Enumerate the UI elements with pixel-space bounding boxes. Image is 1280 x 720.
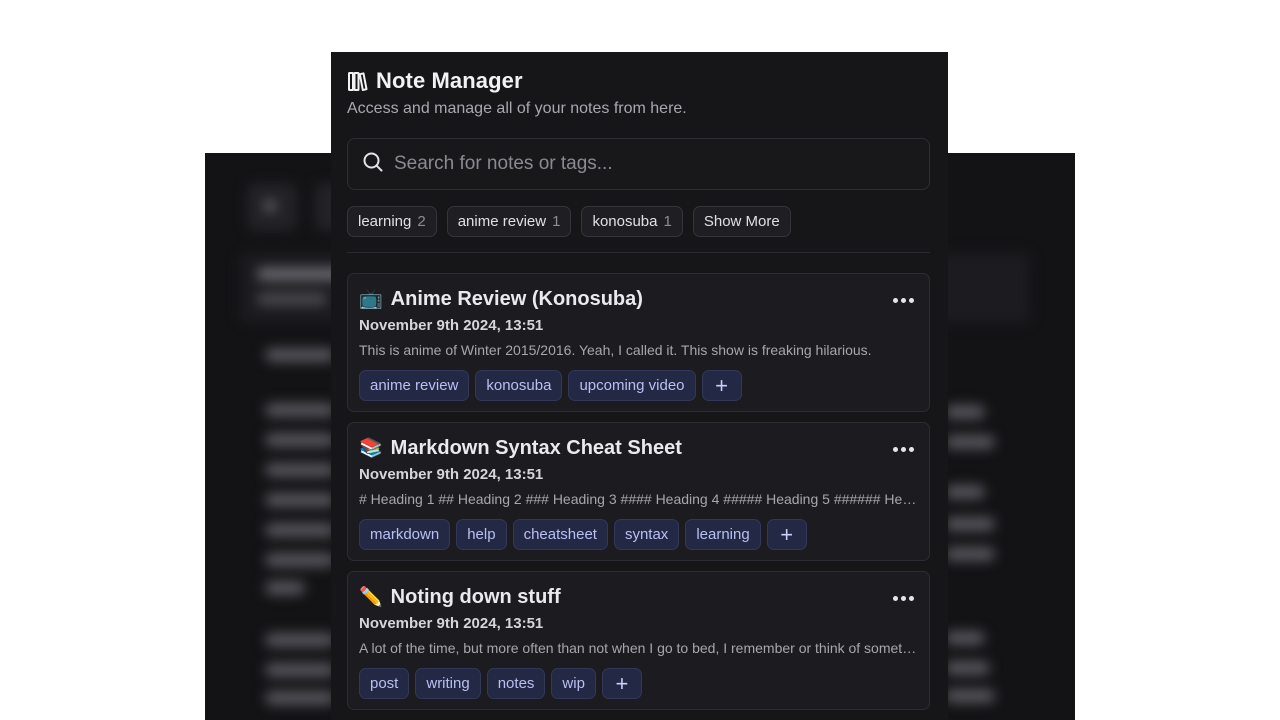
background-text-line: [945, 485, 985, 499]
note-excerpt: # Heading 1 ## Heading 2 ### Heading 3 #…: [359, 491, 919, 507]
note-tag[interactable]: upcoming video: [568, 370, 696, 401]
tag-filter-bar: learning 2 anime review 1 konosuba 1 Sho…: [347, 206, 791, 237]
filter-chip-count: 1: [552, 213, 561, 230]
background-text-line: [945, 405, 985, 419]
note-tags: markdown help cheatsheet syntax learning…: [359, 519, 807, 550]
search-input[interactable]: [394, 153, 929, 175]
background-text-line: [265, 493, 335, 507]
note-tag[interactable]: post: [359, 668, 410, 699]
note-excerpt: This is anime of Winter 2015/2016. Yeah,…: [359, 342, 872, 358]
note-tag[interactable]: learning: [685, 519, 761, 550]
background-text-line: [265, 348, 335, 362]
filter-chip-anime-review[interactable]: anime review 1: [446, 206, 572, 237]
page-title: Note Manager: [376, 68, 523, 93]
background-subtitle-line: [257, 293, 327, 305]
background-text-line: [265, 633, 335, 647]
note-tags: anime review konosuba upcoming video +: [359, 370, 742, 401]
books-icon: [347, 71, 368, 92]
dot-icon: [900, 595, 906, 601]
note-date: November 9th 2024, 13:51: [359, 615, 544, 632]
filter-chip-label: konosuba: [592, 213, 658, 230]
more-options-button[interactable]: [889, 288, 917, 312]
television-icon: 📺: [359, 288, 383, 310]
note-card[interactable]: 📚 Markdown Syntax Cheat Sheet November 9…: [347, 422, 930, 561]
note-tag[interactable]: notes: [486, 668, 546, 699]
page-subtitle: Access and manage all of your notes from…: [347, 100, 687, 117]
note-title: Markdown Syntax Cheat Sheet: [390, 437, 682, 459]
background-text-line: [945, 547, 995, 561]
add-tag-button[interactable]: +: [601, 668, 642, 699]
note-tags: post writing notes wip +: [359, 668, 642, 699]
note-card[interactable]: ✏️ Noting down stuff November 9th 2024, …: [347, 571, 930, 710]
note-tag[interactable]: syntax: [613, 519, 680, 550]
dot-icon: [908, 297, 914, 303]
filter-chip-count: 2: [417, 213, 426, 230]
pencil-icon: ✏️: [359, 586, 383, 608]
more-options-button[interactable]: [889, 586, 917, 610]
note-tag[interactable]: cheatsheet: [512, 519, 608, 550]
more-options-button[interactable]: [889, 437, 917, 461]
note-tag[interactable]: writing: [415, 668, 481, 699]
background-plus-icon: +: [263, 193, 278, 220]
background-text-line: [265, 553, 335, 567]
note-date: November 9th 2024, 13:51: [359, 466, 544, 483]
search-box[interactable]: [347, 138, 930, 190]
dot-icon: [900, 297, 906, 303]
background-text-line: [265, 523, 335, 537]
show-more-button[interactable]: Show More: [692, 206, 791, 237]
filter-chip-learning[interactable]: learning 2: [347, 206, 437, 237]
add-tag-button[interactable]: +: [701, 370, 742, 401]
search-icon: [362, 151, 384, 178]
filter-chip-konosuba[interactable]: konosuba 1: [581, 206, 683, 237]
dot-icon: [908, 595, 914, 601]
note-tag[interactable]: konosuba: [475, 370, 563, 401]
dot-icon: [892, 595, 898, 601]
note-tag[interactable]: markdown: [359, 519, 451, 550]
note-excerpt: A lot of the time, but more often than n…: [359, 640, 919, 656]
note-title-row: ✏️ Noting down stuff: [359, 586, 561, 609]
note-manager-panel: Note Manager Access and manage all of yo…: [331, 52, 948, 720]
note-date: November 9th 2024, 13:51: [359, 317, 544, 334]
note-tag[interactable]: anime review: [359, 370, 470, 401]
background-text-line: [945, 631, 985, 645]
background-text-line: [945, 661, 990, 675]
note-list: 📺 Anime Review (Konosuba) November 9th 2…: [347, 273, 930, 720]
divider: [347, 252, 930, 253]
filter-chip-count: 1: [663, 213, 672, 230]
add-tag-button[interactable]: +: [766, 519, 807, 550]
note-title-row: 📚 Markdown Syntax Cheat Sheet: [359, 437, 682, 460]
books-emoji-icon: 📚: [359, 437, 383, 459]
note-card[interactable]: 📺 Anime Review (Konosuba) November 9th 2…: [347, 273, 930, 412]
note-title: Noting down stuff: [390, 586, 561, 608]
background-text-line: [945, 689, 995, 703]
background-text-line: [945, 435, 995, 449]
background-text-line: [265, 463, 335, 477]
panel-header: Note Manager: [347, 68, 523, 94]
background-text-line: [945, 517, 995, 531]
note-tag[interactable]: wip: [551, 668, 596, 699]
filter-chip-label: anime review: [457, 213, 547, 230]
background-text-line: [265, 433, 335, 447]
note-title: Anime Review (Konosuba): [390, 288, 643, 310]
background-text-line: [265, 581, 305, 595]
dot-icon: [900, 446, 906, 452]
background-text-line: [265, 403, 335, 417]
dot-icon: [892, 446, 898, 452]
background-text-line: [265, 691, 335, 705]
dot-icon: [908, 446, 914, 452]
dot-icon: [892, 297, 898, 303]
background-text-line: [265, 663, 335, 677]
note-title-row: 📺 Anime Review (Konosuba): [359, 288, 643, 311]
filter-chip-label: learning: [358, 213, 412, 230]
note-tag[interactable]: help: [456, 519, 507, 550]
